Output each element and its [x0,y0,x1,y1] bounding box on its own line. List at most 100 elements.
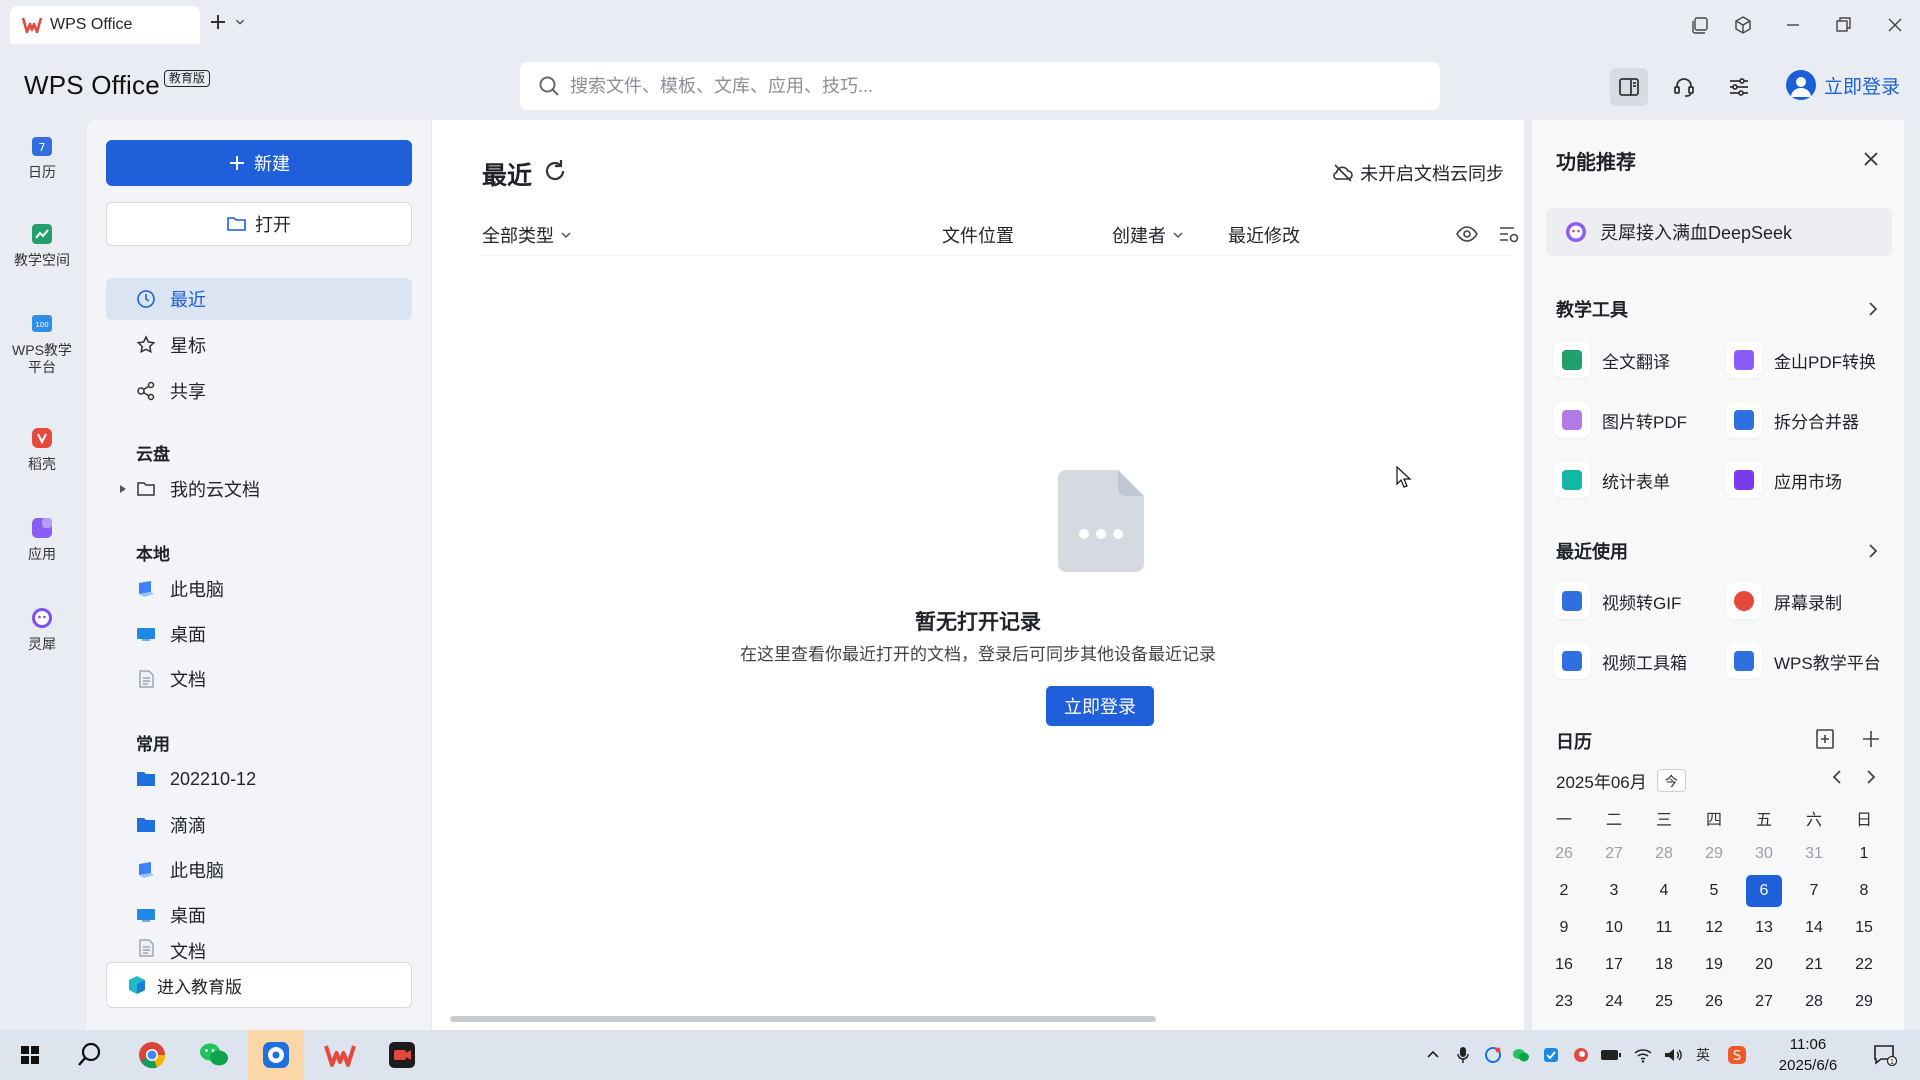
tool-image-to-pdf[interactable]: 图片转PDF [1554,402,1687,438]
chevron-right-icon[interactable] [1860,766,1882,788]
cloud-sync-status[interactable]: 未开启文档云同步 [1332,160,1504,186]
maximize-button[interactable] [1832,14,1854,36]
calendar-day[interactable]: 26 [1696,986,1732,1018]
calendar-day[interactable]: 1 [1846,838,1882,870]
calendar-day[interactable]: 20 [1746,949,1782,981]
open-button[interactable]: 打开 [106,202,412,246]
calendar-day[interactable]: 8 [1846,875,1882,907]
tool-split-merge[interactable]: 拆分合并器 [1726,402,1859,438]
calendar-day[interactable]: 10 [1596,912,1632,944]
calendar-day[interactable]: 22 [1846,949,1882,981]
calendar-day[interactable]: 13 [1746,912,1782,944]
new-button[interactable]: 新建 [106,140,412,186]
rail-lingxi[interactable]: 灵犀 [0,606,84,653]
tray-shield-icon[interactable] [1540,1044,1562,1066]
nav-item-recent[interactable]: 最近 [106,278,412,320]
chevron-right-icon[interactable] [1864,542,1882,560]
tool-pdf-convert[interactable]: 金山PDF转换 [1726,342,1876,378]
filter-creator-dropdown[interactable]: 创建者 [1112,222,1184,248]
calendar-day[interactable]: 24 [1596,986,1632,1018]
enter-edu-button[interactable]: 进入教育版 [106,962,412,1008]
calendar-day[interactable]: 16 [1546,949,1582,981]
rail-teaching-platform[interactable]: 100 WPS教学 平台 [0,312,84,376]
taskbar-chat-app[interactable] [248,1030,304,1080]
tool-screen-record[interactable]: 屏幕录制 [1726,583,1842,619]
search-box[interactable] [520,62,1440,110]
eye-icon[interactable] [1456,223,1478,245]
list-settings-icon[interactable] [1498,223,1520,245]
calendar-day[interactable]: 12 [1696,912,1732,944]
login-link[interactable]: 立即登录 [1786,70,1900,100]
tool-stat-form[interactable]: 统计表单 [1554,462,1670,498]
battery-icon[interactable] [1600,1044,1622,1066]
calendar-day[interactable]: 25 [1646,986,1682,1018]
calendar-day[interactable]: 3 [1596,875,1632,907]
notification-icon[interactable]: 1 [1870,1044,1900,1066]
nav-item-shared[interactable]: 共享 [106,370,412,412]
tray-app-icon[interactable] [1482,1044,1504,1066]
calendar-day[interactable]: 29 [1846,986,1882,1018]
filter-type-dropdown[interactable]: 全部类型 [482,222,572,248]
settings-button[interactable] [1720,68,1758,106]
chevron-right-icon[interactable] [1864,300,1882,318]
calendar-day[interactable]: 5 [1696,875,1732,907]
nav-item-desktop-common[interactable]: 桌面 [106,894,412,936]
calendar-day[interactable]: 28 [1646,838,1682,870]
nav-item-folder-didi[interactable]: 滴滴 [106,804,412,846]
nav-item-starred[interactable]: 星标 [106,324,412,366]
rail-teaching-space[interactable]: 教学空间 [0,222,84,269]
calendar-day[interactable]: 26 [1546,838,1582,870]
restore-layout-button[interactable] [1690,14,1712,36]
calendar-day[interactable]: 9 [1546,912,1582,944]
calendar-day[interactable]: 6 [1746,875,1782,907]
calendar-day[interactable]: 17 [1596,949,1632,981]
calendar-day[interactable]: 30 [1746,838,1782,870]
tool-app-market[interactable]: 应用市场 [1726,462,1842,498]
calendar-day[interactable]: 21 [1796,949,1832,981]
close-window-button[interactable] [1884,14,1906,36]
rail-docer[interactable]: 稻壳 [0,426,84,473]
calendar-day[interactable]: 23 [1546,986,1582,1018]
toggle-panel-button[interactable] [1610,68,1648,106]
chevron-left-icon[interactable] [1826,766,1848,788]
chevron-down-icon[interactable] [234,16,246,28]
nav-item-my-cloud-docs[interactable]: 我的云文档 [106,468,412,510]
empty-login-button[interactable]: 立即登录 [1046,686,1154,726]
today-button[interactable]: 今 [1656,769,1686,792]
microphone-icon[interactable] [1452,1044,1474,1066]
column-location[interactable]: 文件位置 [942,222,1014,248]
calendar-day[interactable]: 11 [1646,912,1682,944]
tray-wechat-icon[interactable] [1510,1044,1532,1066]
taskbar-search-button[interactable] [62,1030,118,1080]
nav-item-documents-common[interactable]: 文档 [106,932,412,962]
calendar-day[interactable]: 2 [1546,875,1582,907]
headset-button[interactable] [1665,68,1703,106]
start-button[interactable] [2,1030,58,1080]
tray-chevron-up-icon[interactable] [1422,1044,1444,1066]
app-tab[interactable]: WPS Office [10,6,200,44]
calendar-day[interactable]: 7 [1796,875,1832,907]
calendar-day[interactable]: 19 [1696,949,1732,981]
bookmark-add-icon[interactable] [1814,728,1836,750]
calendar-day[interactable]: 18 [1646,949,1682,981]
calendar-day[interactable]: 31 [1796,838,1832,870]
taskbar-wechat[interactable] [186,1030,242,1080]
tool-wps-teaching-platform[interactable]: WPS教学平台 [1726,643,1881,679]
refresh-icon[interactable] [542,158,568,184]
rail-apps[interactable]: 应用 [0,516,84,563]
calendar-day[interactable]: 28 [1796,986,1832,1018]
tool-video-to-gif[interactable]: 视频转GIF [1554,583,1681,619]
nav-item-folder-202210-12[interactable]: 202210-12 [106,758,412,800]
new-tab-button[interactable] [208,12,246,32]
column-modified[interactable]: 最近修改 [1228,222,1300,248]
calendar-day[interactable]: 27 [1596,838,1632,870]
calendar-day[interactable]: 14 [1796,912,1832,944]
nav-item-desktop[interactable]: 桌面 [106,613,412,655]
calendar-day[interactable]: 27 [1746,986,1782,1018]
calendar-day[interactable]: 4 [1646,875,1682,907]
close-icon[interactable] [1860,148,1882,170]
wifi-icon[interactable] [1632,1044,1654,1066]
cube-button[interactable] [1732,14,1754,36]
calendar-day[interactable]: 15 [1846,912,1882,944]
taskbar-chrome[interactable] [124,1030,180,1080]
